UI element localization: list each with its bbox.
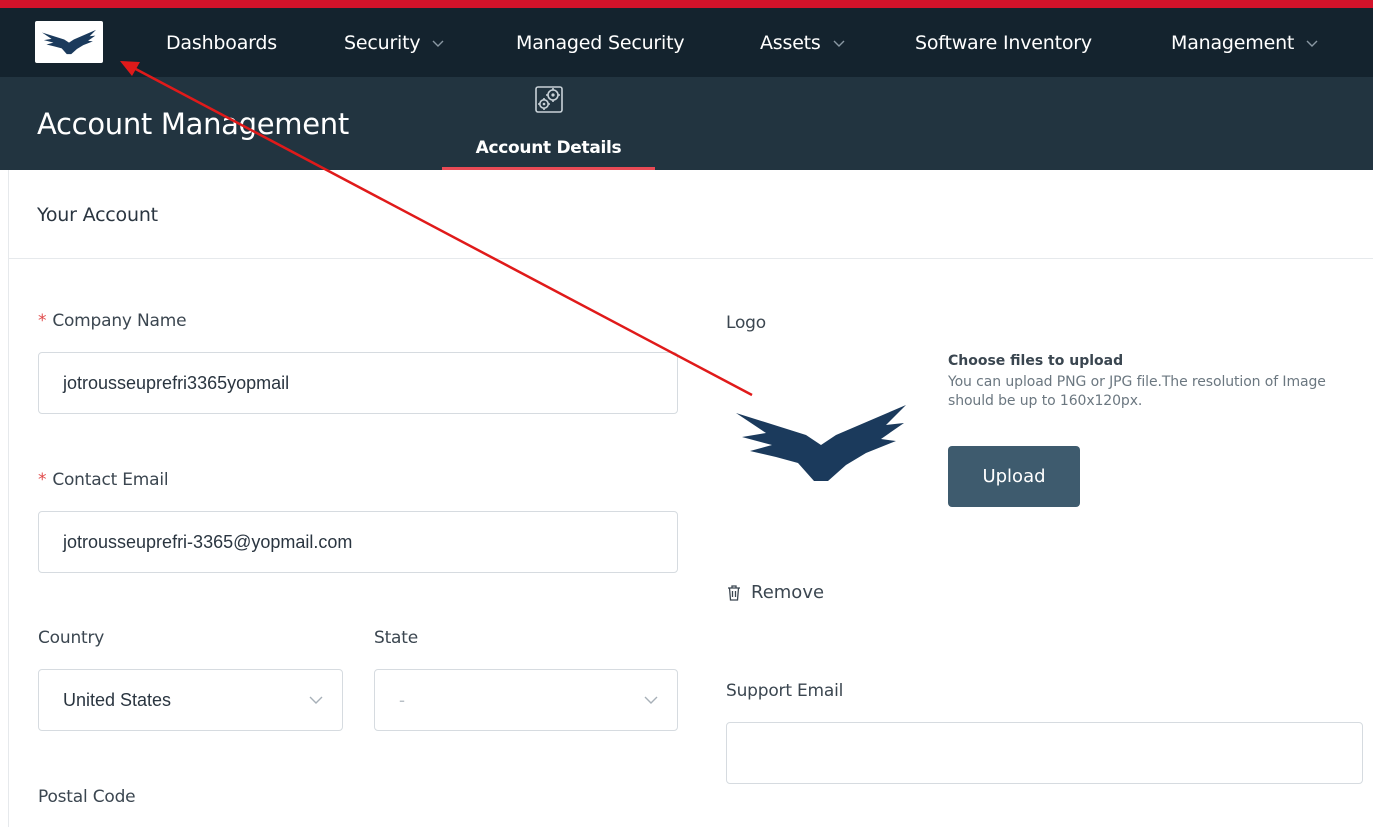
nav-item-software-inventory[interactable]: Software Inventory (915, 8, 1092, 77)
section-divider (9, 258, 1373, 259)
support-email-label: Support Email (726, 681, 844, 701)
chevron-down-icon (1305, 36, 1319, 50)
top-nav-bar: Dashboards Security Managed Security Ass… (0, 8, 1373, 77)
tab-label: Account Details (475, 138, 622, 158)
active-tab-indicator (442, 167, 655, 170)
nav-item-managed-security[interactable]: Managed Security (516, 8, 685, 77)
page-subheader: Account Management Account Details (0, 77, 1373, 170)
contact-email-label: * Contact Email (38, 470, 169, 490)
page-title: Account Management (37, 107, 349, 141)
section-title: Your Account (37, 204, 158, 226)
company-name-input[interactable]: jotrousseuprefri3365yopmail (38, 352, 678, 414)
logo-label: Logo (726, 313, 766, 333)
chevron-down-icon (832, 36, 846, 50)
chevron-down-icon (431, 36, 445, 50)
required-marker: * (38, 311, 47, 331)
support-email-input[interactable] (726, 722, 1363, 784)
home-logo-link[interactable] (35, 21, 103, 63)
required-marker: * (38, 470, 47, 490)
top-accent-bar (0, 0, 1373, 8)
country-select[interactable]: United States (38, 669, 343, 731)
nav-item-management[interactable]: Management (1171, 8, 1319, 77)
eagle-logo-icon (42, 29, 96, 55)
state-select[interactable]: - (374, 669, 678, 731)
eagle-logo-icon (736, 405, 906, 481)
tab-account-details[interactable]: Account Details (442, 77, 655, 170)
settings-gears-icon (535, 86, 563, 113)
contact-email-input[interactable]: jotrousseuprefri-3365@yopmail.com (38, 511, 678, 573)
upload-title: Choose files to upload (948, 353, 1124, 369)
upload-description: You can upload PNG or JPG file.The resol… (948, 374, 1326, 409)
company-name-label: * Company Name (38, 311, 187, 331)
chevron-down-icon (644, 696, 658, 704)
postal-code-label: Postal Code (38, 787, 136, 807)
remove-logo-button[interactable]: Remove (726, 582, 824, 603)
state-label: State (374, 628, 418, 648)
nav-item-dashboards[interactable]: Dashboards (166, 8, 277, 77)
content-border (8, 170, 9, 827)
upload-button[interactable]: Upload (948, 446, 1080, 507)
chevron-down-icon (309, 696, 323, 704)
country-label: Country (38, 628, 105, 648)
nav-item-assets[interactable]: Assets (760, 8, 846, 77)
trash-icon (728, 584, 740, 601)
nav-item-security[interactable]: Security (344, 8, 445, 77)
